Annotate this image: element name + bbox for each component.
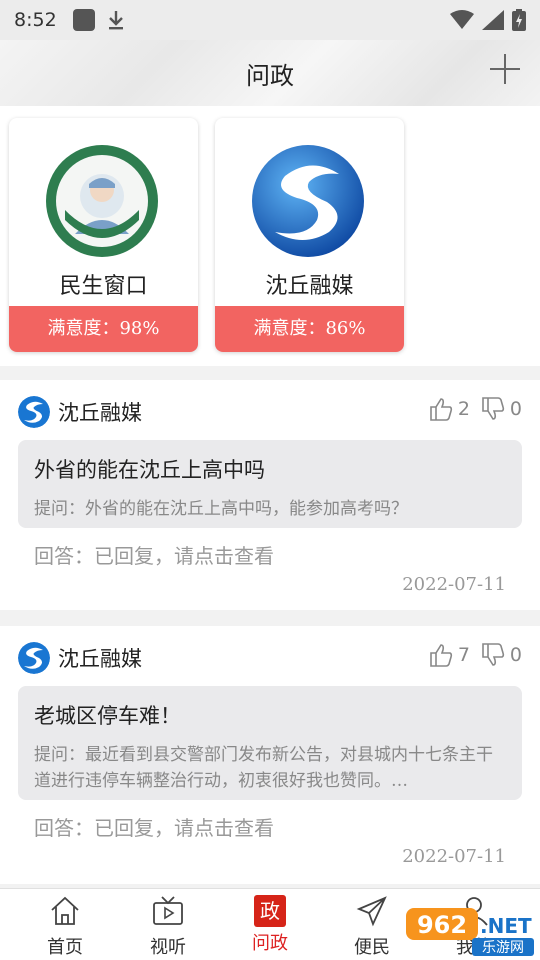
post-date: 2022-07-11: [402, 574, 506, 595]
battery-icon: [512, 9, 526, 31]
question-title: 外省的能在沈丘上高中吗: [34, 458, 265, 482]
like-count: 7: [457, 644, 470, 666]
department-card-minsheng[interactable]: 民生窗口 满意度：98%: [9, 118, 198, 352]
shenqiu-media-logo: [252, 145, 364, 257]
tab-video[interactable]: 视听: [128, 895, 208, 959]
post-date: 2022-07-11: [402, 846, 506, 867]
department-card-shenqiu[interactable]: 沈丘融媒 满意度：86%: [215, 118, 404, 352]
tab-label: 便民: [354, 937, 390, 958]
page-title: 问政: [246, 61, 294, 90]
send-icon: [356, 896, 387, 927]
answer-status[interactable]: 回答：已回复，请点击查看: [34, 540, 274, 569]
minsheng-logo: [46, 145, 158, 257]
question-title: 老城区停车难！: [34, 704, 181, 728]
thumbs-up-icon[interactable]: [428, 396, 454, 422]
department-cards: 民生窗口 满意度：98% 沈丘融媒 满意度：86%: [0, 106, 540, 366]
app-header: 问政: [0, 40, 540, 106]
like-count: 2: [457, 398, 470, 420]
wifi-icon: [450, 10, 474, 29]
vote-group: 7 0: [428, 642, 522, 668]
politics-icon: 政: [254, 895, 286, 927]
satisfaction-badge: 满意度：86%: [215, 306, 404, 352]
question-box[interactable]: 老城区停车难！ 提问：最近看到县交警部门发布新公告，对县城内十七条主干道进行违停…: [18, 686, 522, 800]
app-notification-icon: [72, 9, 95, 31]
watermark-site: 乐游网: [482, 940, 524, 956]
author-avatar: [18, 396, 50, 428]
question-desc: 提问：外省的能在沈丘上高中吗，能参加高考吗？: [34, 499, 408, 519]
tab-home[interactable]: 首页: [25, 895, 105, 959]
tv-icon: [153, 896, 183, 925]
author-name: 沈丘融媒: [58, 401, 142, 425]
watermark-logo: 962 .NET 乐游网: [406, 908, 534, 956]
question-box[interactable]: 外省的能在沈丘上高中吗 提问：外省的能在沈丘上高中吗，能参加高考吗？: [18, 440, 522, 528]
watermark-domain: .NET: [480, 914, 532, 938]
tab-convenience[interactable]: 便民: [332, 895, 412, 959]
home-icon: [51, 896, 79, 925]
tab-politics[interactable]: 政 问政: [230, 895, 310, 955]
watermark-number: 962: [417, 911, 467, 939]
thumbs-down-icon[interactable]: [480, 396, 506, 422]
vote-group: 2 0: [428, 396, 522, 422]
plus-icon[interactable]: [490, 54, 520, 84]
question-post[interactable]: 沈丘融媒 7 0 老城区停车难！ 提问：最近看到县交警部门发布新公告，对县城内十…: [0, 626, 540, 884]
signal-icon: [482, 10, 504, 30]
answer-status[interactable]: 回答：已回复，请点击查看: [34, 812, 274, 841]
thumbs-down-icon[interactable]: [480, 642, 506, 668]
dislike-count: 0: [509, 398, 522, 420]
download-icon: [107, 9, 125, 31]
dislike-count: 0: [509, 644, 522, 666]
question-desc: 提问：最近看到县交警部门发布新公告，对县城内十七条主干道进行违停车辆整治行动，初…: [34, 745, 493, 791]
question-post[interactable]: 沈丘融媒 2 0 外省的能在沈丘上高中吗 提问：外省的能在沈丘上高中吗，能参加高…: [0, 380, 540, 610]
status-bar: 8:52: [0, 0, 540, 40]
tab-label: 首页: [47, 937, 83, 958]
tab-label: 问政: [252, 933, 288, 954]
satisfaction-badge: 满意度：98%: [9, 306, 198, 352]
thumbs-up-icon[interactable]: [428, 642, 454, 668]
author-avatar: [18, 642, 50, 674]
department-name: 民生窗口: [59, 274, 148, 299]
status-time: 8:52: [14, 9, 57, 31]
department-name: 沈丘融媒: [265, 274, 354, 299]
author-name: 沈丘融媒: [58, 647, 142, 671]
tab-label: 视听: [150, 937, 186, 958]
